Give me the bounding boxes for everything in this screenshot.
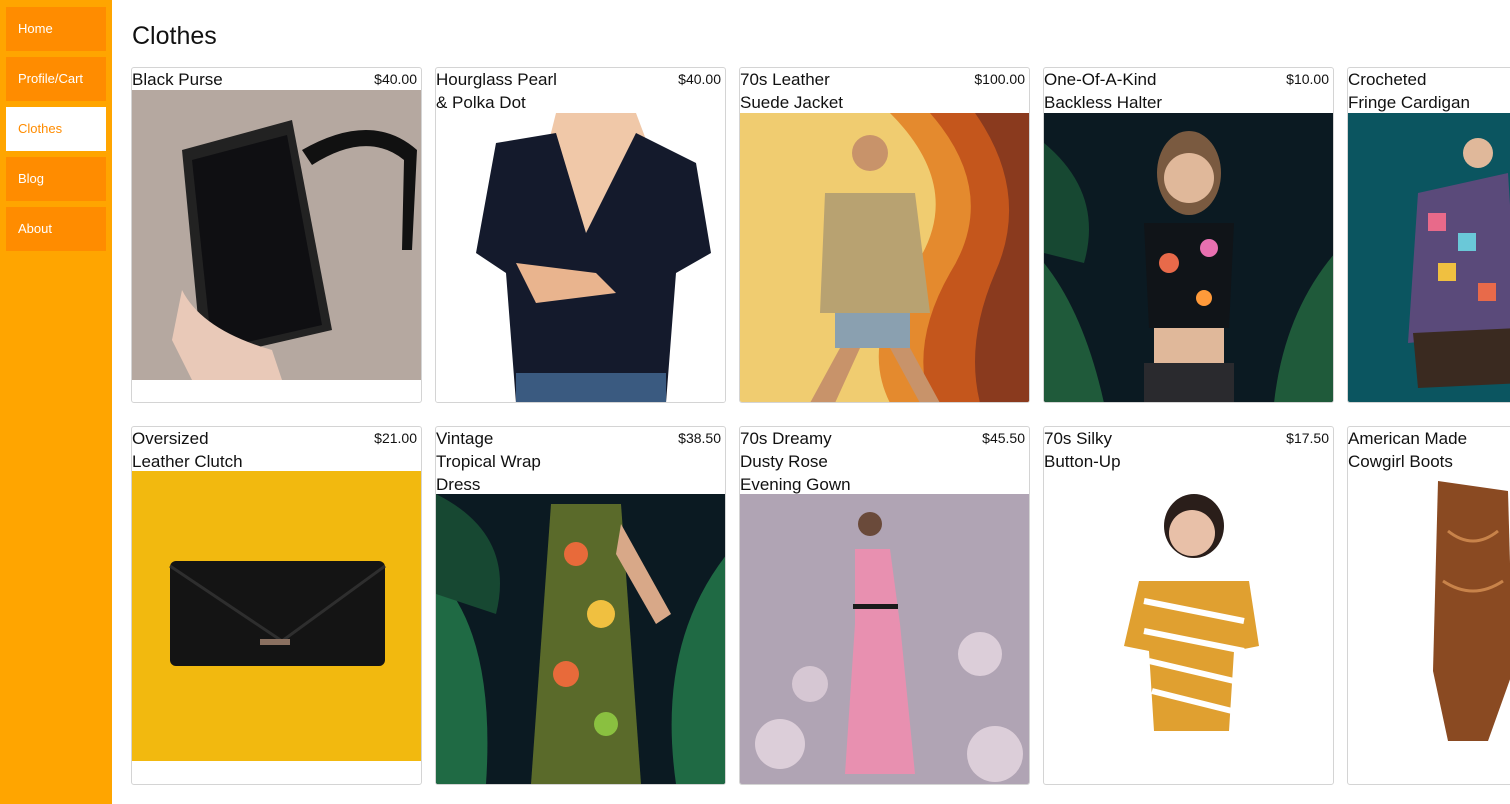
product-card-hourglass-pearl[interactable]: Hourglass Pearl & Polka Dot $40.00 <box>435 67 726 403</box>
product-image[interactable] <box>1044 471 1333 761</box>
product-name: Crocheted Fringe Cardigan <box>1348 70 1470 112</box>
product-image[interactable] <box>132 90 421 380</box>
nav-about[interactable]: About <box>6 207 106 251</box>
product-image[interactable] <box>132 471 421 761</box>
product-price: $100.00 <box>974 71 1025 87</box>
product-image[interactable] <box>1044 113 1333 402</box>
product-image[interactable] <box>740 113 1029 402</box>
product-card-black-purse[interactable]: Black Purse $40.00 <box>131 67 422 403</box>
page-title: Clothes <box>132 22 217 50</box>
product-price: $38.50 <box>678 430 721 446</box>
product-image[interactable] <box>740 494 1029 784</box>
product-name: Vintage Tropical Wrap Dress <box>436 429 541 494</box>
product-image[interactable] <box>1348 471 1510 761</box>
product-card-cowgirl-boots[interactable]: American Made Cowgirl Boots <box>1347 426 1510 785</box>
nav-clothes[interactable]: Clothes <box>6 107 106 151</box>
product-price: $40.00 <box>374 71 417 87</box>
sidebar: Home Profile/Cart Clothes Blog About <box>0 0 112 804</box>
product-name: 70s Silky Button-Up <box>1044 429 1121 471</box>
product-price: $45.50 <box>982 430 1025 446</box>
product-card-dusty-rose-gown[interactable]: 70s Dreamy Dusty Rose Evening Gown $45.5… <box>739 426 1030 785</box>
product-name: One-Of-A-Kind Backless Halter <box>1044 70 1163 112</box>
product-price: $10.00 <box>1286 71 1329 87</box>
product-name: 70s Leather Suede Jacket <box>740 70 844 112</box>
product-image[interactable] <box>436 494 725 784</box>
product-name: Black Purse <box>132 70 223 89</box>
nav-blog[interactable]: Blog <box>6 157 106 201</box>
product-name: Oversized Leather Clutch <box>132 429 243 471</box>
product-price: $17.50 <box>1286 430 1329 446</box>
product-card-backless-halter[interactable]: One-Of-A-Kind Backless Halter $10.00 <box>1043 67 1334 403</box>
product-name: 70s Dreamy Dusty Rose Evening Gown <box>740 429 851 494</box>
product-image[interactable] <box>436 113 725 402</box>
product-card-leather-suede-jacket[interactable]: 70s Leather Suede Jacket $100.00 <box>739 67 1030 403</box>
nav-home[interactable]: Home <box>6 7 106 51</box>
nav-profile-cart[interactable]: Profile/Cart <box>6 57 106 101</box>
product-card-silky-button-up[interactable]: 70s Silky Button-Up $17.50 <box>1043 426 1334 785</box>
product-price: $21.00 <box>374 430 417 446</box>
product-name: American Made Cowgirl Boots <box>1348 429 1468 471</box>
product-name: Hourglass Pearl & Polka Dot <box>436 70 557 112</box>
product-card-crocheted-cardigan[interactable]: Crocheted Fringe Cardigan <box>1347 67 1510 403</box>
product-image[interactable] <box>1348 113 1510 402</box>
product-price: $40.00 <box>678 71 721 87</box>
product-card-oversized-clutch[interactable]: Oversized Leather Clutch $21.00 <box>131 426 422 785</box>
product-card-tropical-wrap-dress[interactable]: Vintage Tropical Wrap Dress $38.50 <box>435 426 726 785</box>
